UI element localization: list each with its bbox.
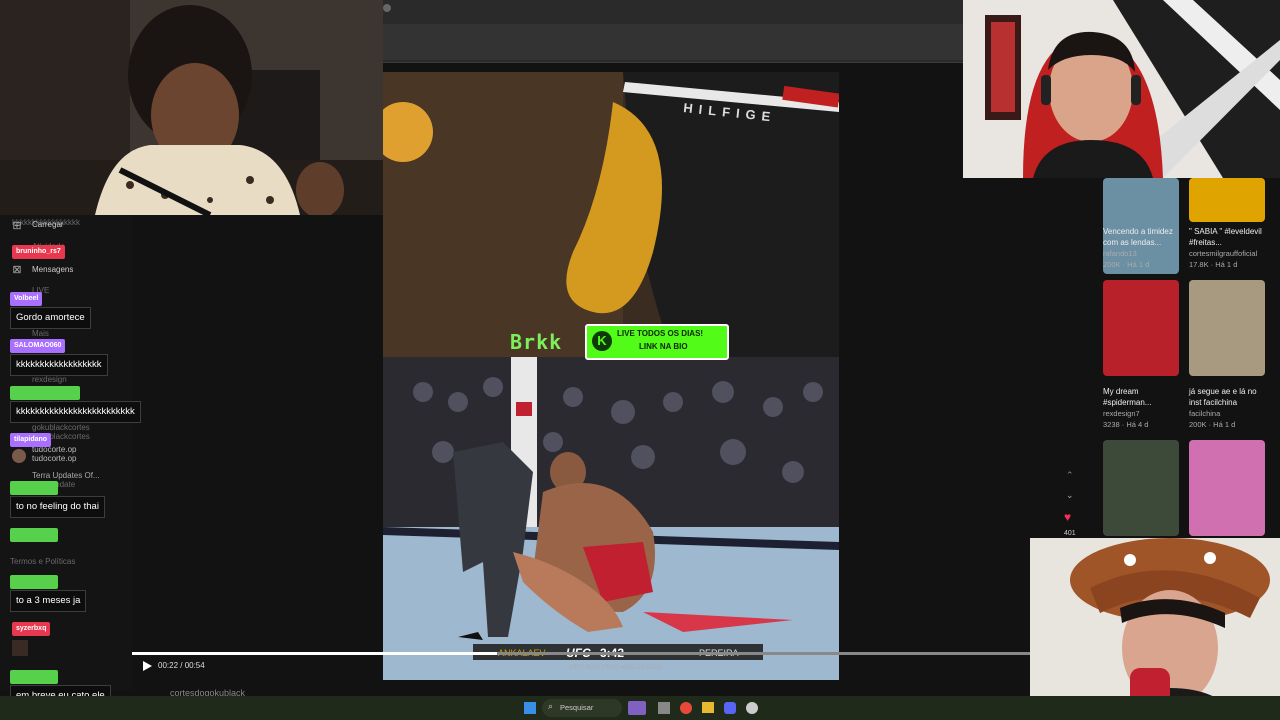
widget-icon[interactable]: [628, 701, 646, 715]
following-item-gokublack[interactable]: gokublackcortes: [32, 423, 90, 432]
address-bar-area[interactable]: [383, 24, 963, 60]
like-count: 401: [1064, 530, 1076, 537]
search-placeholder: Pesquisar: [560, 703, 594, 712]
rec-thumb[interactable]: [1189, 178, 1265, 222]
chat-message: kkkkkkkkkkkkkkkkkkkkkkkkk: [10, 401, 141, 423]
play-icon[interactable]: [143, 661, 152, 671]
chat-username: [10, 386, 80, 400]
search-icon: ⌕: [548, 701, 554, 711]
rec-thumb[interactable]: [1189, 440, 1265, 536]
promo-line-2: LINK NA BIO: [639, 342, 688, 351]
webcam-streamer-1: [0, 0, 383, 215]
rec-stats: 200K · Há 1 d: [1103, 260, 1150, 269]
sidebar-item-messages[interactable]: Mensagens: [32, 265, 73, 274]
rec-thumb[interactable]: [1103, 280, 1179, 376]
rec-caption[interactable]: My dream #spiderman... rexdesign7 3238 ·…: [1103, 386, 1185, 430]
tiktok-sidebar: kkkkkkkkkkkkkkkkk ⊞ Carregar Atividade ⊠…: [0, 215, 132, 690]
discord-icon[interactable]: [724, 702, 736, 714]
chat-username: SALOMAO060: [10, 339, 66, 353]
footer-terms[interactable]: Termos e Políticas: [10, 557, 75, 566]
obs-icon[interactable]: [746, 702, 758, 714]
windows-start-icon[interactable]: [524, 702, 536, 714]
chat-username: [10, 575, 58, 589]
chat-message: kkkkkkkkkkkkkkkkkk: [10, 354, 108, 376]
chat-username: syzerbxq: [12, 622, 51, 636]
rec-thumb[interactable]: [1103, 440, 1179, 536]
rec-stats: 200K · Há 1 d: [1189, 420, 1236, 429]
video-frame: HILFIGE ANKALAEV UFC 3:42 PEREIRA CINTUR…: [383, 72, 839, 680]
chat-username: Volbeel: [10, 292, 43, 306]
rec-title: My dream #spiderman...: [1103, 387, 1152, 407]
following-item-terra[interactable]: Terra Updates Of...: [32, 471, 100, 480]
chat-username: [10, 481, 58, 495]
rec-caption[interactable]: " SABIA " #leveldevil #freitas... cortes…: [1189, 226, 1271, 270]
heart-icon[interactable]: ♥: [1064, 510, 1071, 524]
following-item-rexdesign[interactable]: rexdesign: [32, 375, 67, 384]
promo-banner: K LIVE TODOS OS DIAS! LINK NA BIO: [585, 324, 729, 360]
rec-stats: 3238 · Há 4 d: [1103, 420, 1149, 429]
rec-caption[interactable]: já segue ae e lá no inst facilchina faci…: [1189, 386, 1271, 430]
rec-thumb[interactable]: [1189, 280, 1265, 376]
overlay-brkk: Brkk: [510, 330, 563, 354]
chevron-down-icon[interactable]: ⌄: [1066, 490, 1074, 501]
recommendations-panel: Vencendo a timidez com as lendas... rafa…: [1098, 178, 1280, 538]
avatar[interactable]: [12, 449, 26, 463]
rec-caption[interactable]: Vencendo a timidez com as lendas... rafa…: [1103, 226, 1185, 270]
scoreboard-sub: CINTURÃO PESO MEIO-PESADO: [569, 664, 663, 671]
chat-message: to a 3 meses ja: [10, 590, 87, 612]
webcam-streamer-3: [1030, 538, 1280, 720]
chrome-icon[interactable]: [680, 702, 692, 714]
following-sub-tudocorte: tudocorte.op: [32, 454, 77, 463]
chat-username: bruninho_rs7: [12, 245, 65, 259]
video-player[interactable]: HILFIGE ANKALAEV UFC 3:42 PEREIRA CINTUR…: [383, 72, 839, 680]
rec-user: cortesmilgrauffoficial: [1189, 249, 1258, 258]
rec-user: rafando13: [1103, 249, 1137, 258]
task-view-icon[interactable]: [658, 702, 670, 714]
sidebar-item-more[interactable]: Mais: [32, 329, 49, 338]
chevron-up-icon[interactable]: ⌃: [1066, 470, 1074, 481]
chat-username: tilapidano: [10, 433, 52, 447]
chat-message: Gordo amortece: [10, 307, 91, 329]
rec-stats: 17.8K · Há 1 d: [1189, 260, 1238, 269]
chat-username: [10, 670, 58, 684]
rec-user: rexdesign7: [1103, 409, 1140, 418]
taskbar: ⌕ Pesquisar: [0, 696, 1280, 720]
rec-user: facilchina: [1189, 409, 1221, 418]
webcam-streamer-2: [963, 0, 1280, 178]
webcam-1-image: [0, 0, 383, 215]
rec-title: Vencendo a timidez com as lendas...: [1103, 227, 1173, 247]
progress-fill: [132, 652, 498, 655]
folder-icon[interactable]: [702, 702, 714, 713]
browser-toolbar: [383, 0, 963, 63]
webcam-2-image: [963, 0, 1280, 178]
rec-title: já segue ae e lá no inst facilchina: [1189, 387, 1257, 407]
player-time: 00:22 / 00:54: [158, 661, 205, 670]
kick-logo-icon: K: [592, 331, 612, 351]
chat-username: [10, 528, 58, 542]
sidebar-item-upload[interactable]: Carregar: [32, 220, 64, 229]
promo-line-1: LIVE TODOS OS DIAS!: [617, 329, 704, 338]
messages-icon: ⊠: [12, 264, 22, 276]
upload-icon: ⊞: [12, 220, 22, 232]
taskbar-search[interactable]: ⌕ Pesquisar: [542, 699, 622, 717]
window-control[interactable]: [383, 4, 391, 12]
chat-emote: [12, 640, 28, 656]
rec-title: " SABIA " #leveldevil #freitas...: [1189, 227, 1262, 247]
chat-message: to no feeling do thai: [10, 496, 105, 518]
webcam-3-image: [1030, 538, 1280, 720]
